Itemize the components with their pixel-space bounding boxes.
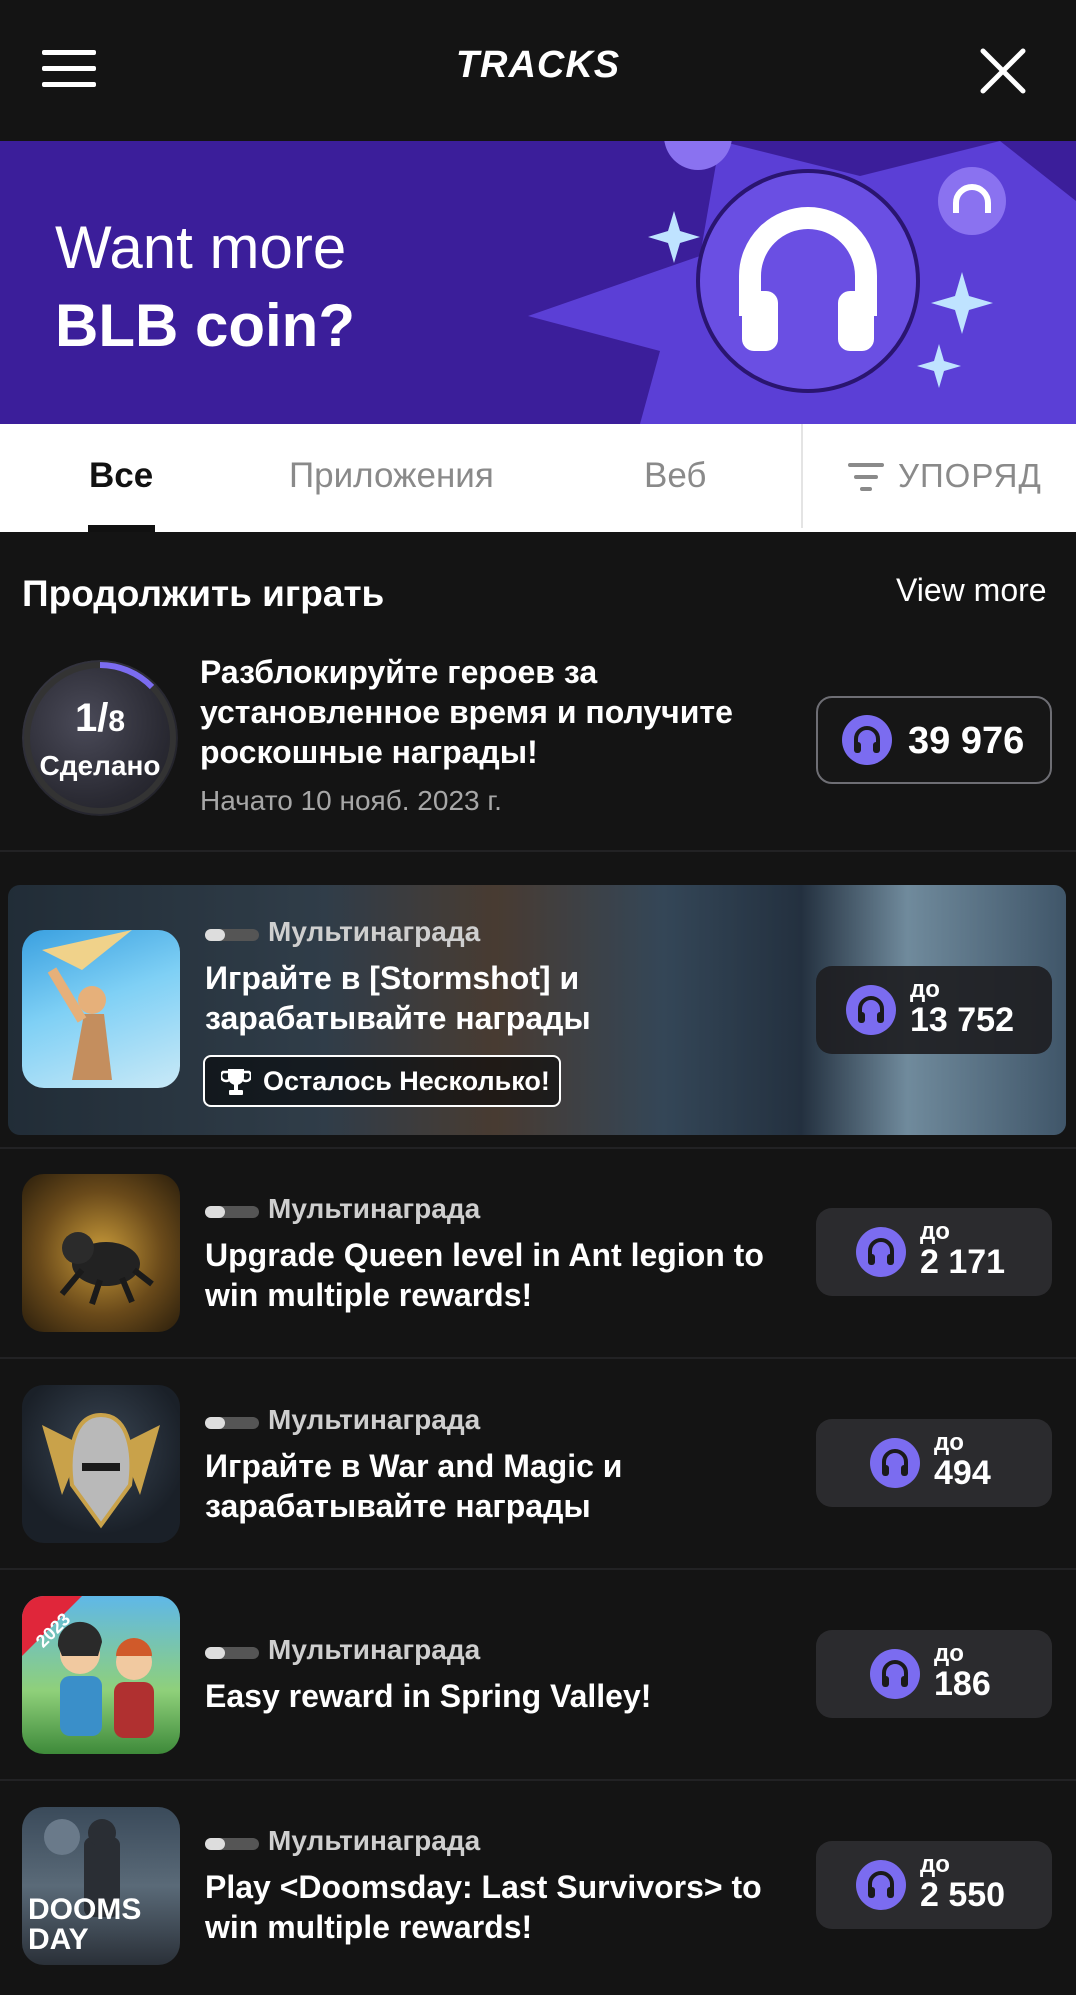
offer-tag: Мультинаграда — [268, 1404, 481, 1435]
filter-tabs: Все Приложения Веб УПОРЯД — [0, 424, 1076, 532]
offer-title: Play <Doomsday: Last Survivors> to win m… — [205, 1869, 762, 1945]
doomsday-game-icon: DOOMS DAY — [22, 1807, 180, 1965]
offer-title: Играйте в [Stormshot] и зарабатывайте на… — [205, 960, 591, 1036]
reward-prefix: до — [920, 1218, 950, 1245]
reward-value: 494 — [934, 1454, 991, 1492]
divider — [0, 850, 1076, 852]
multi-reward-indicator — [205, 1417, 259, 1429]
offer-title: Играйте в War and Magic и зарабатывайте … — [205, 1448, 623, 1524]
reward-button[interactable]: до 186 — [816, 1630, 1052, 1718]
divider — [0, 1779, 1076, 1781]
progress-current: 1 — [74, 696, 98, 740]
coin-headphones-icon — [870, 1438, 920, 1488]
offer-tag: Мультинаграда — [268, 1825, 481, 1856]
reward-value: 186 — [934, 1665, 991, 1703]
started-date: Начато 10 нояб. 2023 г. — [200, 785, 502, 816]
sort-icon — [848, 463, 884, 491]
reward-button[interactable]: 39 976 — [816, 696, 1052, 784]
icon-title-line-1: DOOMS — [28, 1893, 141, 1926]
offer-title: Разблокируйте героев за установленное вр… — [200, 654, 733, 770]
badge-label: Осталось Несколько! — [263, 1066, 550, 1096]
tab-web[interactable]: Веб — [644, 424, 706, 532]
divider — [0, 1147, 1076, 1149]
stormshot-game-icon — [22, 930, 180, 1088]
tab-all[interactable]: Все — [89, 424, 153, 532]
coin-headphones-icon — [846, 985, 896, 1035]
offer-title: Upgrade Queen level in Ant legion to win… — [205, 1237, 764, 1313]
sort-label: УПОРЯД — [898, 457, 1042, 494]
reward-value: 2 550 — [920, 1876, 1006, 1914]
divider — [0, 1357, 1076, 1359]
reward-button[interactable]: до 13 752 — [816, 966, 1052, 1054]
divider — [0, 1568, 1076, 1570]
reward-prefix: до — [920, 1851, 950, 1878]
offer-tag: Мультинаграда — [268, 1193, 481, 1224]
coin-headphones-icon — [856, 1227, 906, 1277]
coin-headphones-icon — [870, 1649, 920, 1699]
banner-headline: Want more BLB coin? — [55, 209, 355, 365]
progress-status: Сделано — [39, 750, 161, 781]
multi-reward-indicator — [205, 1206, 259, 1218]
reward-button[interactable]: до 2 171 — [816, 1208, 1052, 1296]
view-more-link[interactable]: View more — [896, 572, 1047, 609]
tabs-divider — [801, 424, 803, 528]
promo-banner[interactable]: Want more BLB coin? — [0, 141, 1076, 424]
reward-prefix: до — [910, 976, 940, 1003]
tab-apps[interactable]: Приложения — [289, 424, 494, 532]
multi-reward-indicator — [205, 1647, 259, 1659]
reward-value: 2 171 — [920, 1243, 1006, 1281]
tab-active-indicator — [88, 525, 155, 532]
offer-title: Easy reward in Spring Valley! — [205, 1678, 652, 1714]
section-title: Продолжить играть — [22, 573, 385, 614]
banner-line-2: BLB coin? — [55, 292, 355, 359]
reward-button[interactable]: до 2 550 — [816, 1841, 1052, 1929]
offer-tag: Мультинаграда — [268, 1634, 481, 1665]
coin-headphones-icon — [842, 715, 892, 765]
war-and-magic-game-icon — [22, 1385, 180, 1543]
app-logo: TRACKS — [455, 44, 621, 86]
banner-line-1: Want more — [55, 214, 347, 281]
limited-badge: Осталось Несколько! — [203, 1055, 561, 1107]
close-icon[interactable] — [980, 48, 1026, 94]
reward-value: 39 976 — [908, 720, 1025, 762]
trophy-icon — [221, 1069, 251, 1095]
reward-prefix: до — [934, 1640, 964, 1667]
progress-fraction: 1/8 — [74, 696, 126, 740]
reward-prefix: до — [934, 1429, 964, 1456]
multi-reward-indicator — [205, 1838, 259, 1850]
icon-title-line-2: DAY — [28, 1923, 89, 1956]
top-bar: TRACKS — [0, 0, 1076, 141]
reward-value: 13 752 — [910, 1001, 1014, 1039]
progress-ring: 1/8 Сделано — [22, 660, 178, 816]
spring-valley-game-icon: 2023 — [22, 1596, 180, 1754]
reward-button[interactable]: до 494 — [816, 1419, 1052, 1507]
multi-reward-indicator — [205, 929, 259, 941]
offer-tag: Мультинаграда — [268, 916, 481, 947]
coin-headphones-icon — [856, 1860, 906, 1910]
ant-legion-game-icon — [22, 1174, 180, 1332]
progress-total: 8 — [108, 705, 126, 738]
